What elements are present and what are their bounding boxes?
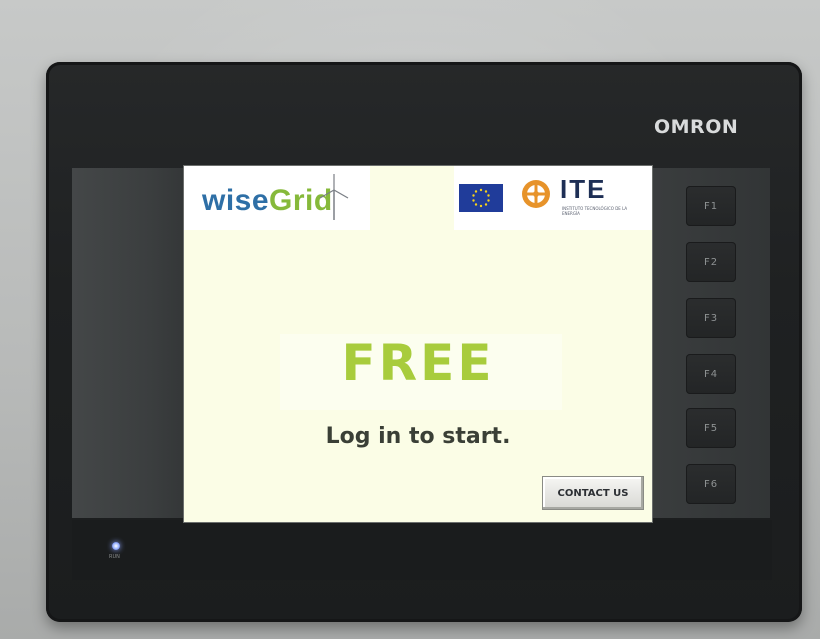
function-key-f1[interactable]: F1 [686, 186, 736, 226]
function-key-f5[interactable]: F5 [686, 408, 736, 448]
eu-flag-icon [459, 184, 503, 212]
login-prompt: Log in to start. [325, 424, 511, 449]
function-key-f6[interactable]: F6 [686, 464, 736, 504]
ite-emblem-icon [522, 180, 550, 208]
contact-us-button[interactable]: CONTACT US [542, 476, 644, 510]
function-key-f3[interactable]: F3 [686, 298, 736, 338]
ite-wordmark: ITE [560, 174, 607, 204]
bezel-left-strip [72, 168, 184, 518]
wind-turbine-icon [319, 174, 349, 220]
status-text: FREE [341, 334, 495, 392]
status-led-label: RUN [109, 554, 120, 560]
function-key-f2[interactable]: F2 [686, 242, 736, 282]
brand-logo: OMRON [654, 116, 739, 138]
status-led-icon [112, 542, 120, 550]
touch-screen[interactable]: wiseGrid ITE INSTITUTO TECNOLÓGICO DE LA… [184, 166, 652, 522]
bezel-bottom-band [72, 520, 772, 580]
wisegrid-word-part1: wise [202, 184, 270, 217]
ite-tagline: INSTITUTO TECNOLÓGICO DE LA ENERGÍA [562, 206, 628, 216]
wisegrid-logo: wiseGrid [184, 166, 370, 230]
status-led: RUN [108, 540, 124, 566]
function-key-f4[interactable]: F4 [686, 354, 736, 394]
